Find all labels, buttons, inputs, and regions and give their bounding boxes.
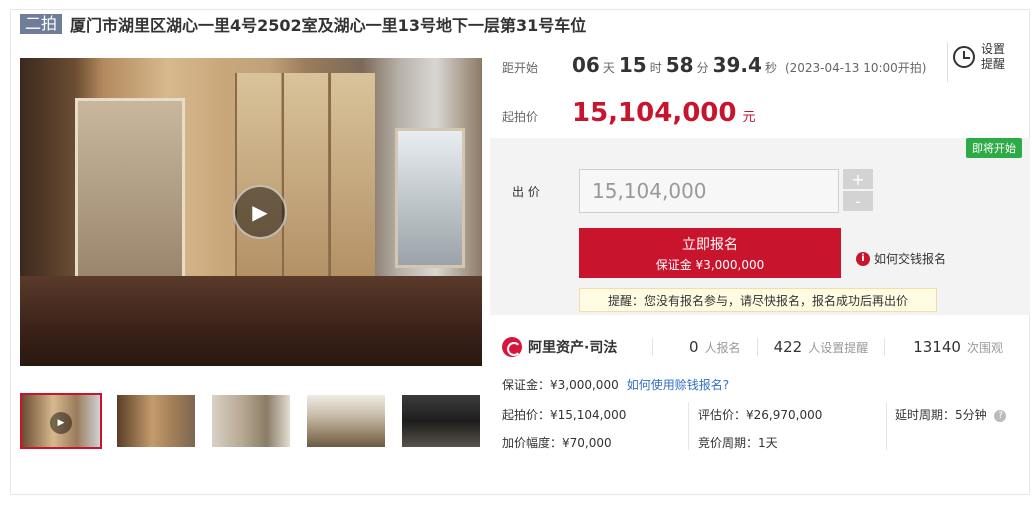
page-title: 厦门市湖里区湖心一里4号2502室及湖心一里13号地下一层第31号车位	[70, 16, 587, 35]
start-price-label: 起拍价	[502, 110, 539, 124]
views-label: 次围观	[966, 341, 1003, 355]
countdown-minutes: 58	[665, 53, 694, 77]
brand-name: 阿里资产·司法	[528, 340, 618, 356]
deposit-row: 保证金：¥3,000,000 如何使用赊钱报名?	[502, 376, 729, 393]
countdown-label: 距开始	[502, 61, 539, 75]
play-icon[interactable]: ▶	[233, 185, 287, 239]
countdown-days-unit: 天	[602, 61, 615, 75]
thumbnail-video[interactable]: ▶	[20, 393, 102, 449]
countdown-seconds: 39.4	[712, 53, 762, 77]
reminder-line1: 设置	[981, 42, 1006, 56]
thumbnail-strip: ▶	[20, 393, 495, 449]
stats-bar: 阿里资产·司法 0 人报名 422 人设置提醒 13140 次围观	[502, 330, 1022, 364]
credit-signup-link[interactable]: 如何使用赊钱报名?	[627, 376, 729, 393]
main-video-preview[interactable]: ▶	[20, 58, 482, 366]
delay-period-text: 延时周期：5分钟	[895, 408, 987, 422]
register-button-label: 立即报名	[682, 237, 738, 253]
reminder-line2: 提醒	[981, 57, 1006, 71]
countdown-hours-unit: 时	[649, 61, 662, 75]
help-icon[interactable]: ?	[994, 409, 1007, 422]
reminder-label: 设置 提醒	[981, 42, 1011, 72]
stat-views: 13140 次围观	[884, 338, 1019, 356]
signups-count: 0	[689, 338, 699, 356]
start-price-row: 起拍价 15,104,000 元	[502, 98, 756, 128]
bid-panel: 即将开始 出 价 15,104,000 + - 立即报名 保证金 ¥3,000,…	[490, 138, 1030, 315]
start-price-value: 15,104,000	[572, 98, 737, 128]
bid-input[interactable]: 15,104,000	[579, 169, 839, 213]
how-to-pay-label: 如何交钱报名	[874, 252, 947, 266]
thumbnail-image[interactable]	[210, 393, 292, 449]
divider	[886, 402, 887, 450]
set-reminder-button[interactable]: 设置 提醒	[953, 42, 1011, 72]
countdown-days: 06	[572, 53, 600, 77]
register-button[interactable]: 立即报名 保证金 ¥3,000,000	[579, 228, 841, 278]
views-count: 13140	[913, 338, 961, 356]
start-time: (2023-04-13 10:00开拍)	[784, 61, 927, 75]
detail-delay-period: 延时周期：5分钟 ?	[895, 406, 1007, 423]
status-badge: 即将开始	[966, 138, 1022, 158]
register-deposit: 保证金 ¥3,000,000	[655, 258, 765, 272]
thumbnail-image[interactable]	[400, 393, 482, 449]
detail-bid-period: 竞价周期：1天	[698, 436, 778, 450]
deposit-text: 保证金：¥3,000,000	[502, 378, 619, 392]
divider	[947, 42, 948, 82]
ali-logo-icon	[502, 337, 522, 357]
decrease-bid-button[interactable]: -	[843, 191, 873, 211]
ali-asset-logo: 阿里资产·司法	[502, 337, 652, 357]
countdown-hours: 15	[618, 53, 647, 77]
stat-signups: 0 人报名	[652, 338, 757, 356]
round-tag: 二拍	[20, 14, 63, 34]
start-price-unit: 元	[742, 110, 756, 125]
wardrobe-panel	[235, 73, 281, 283]
countdown-seconds-unit: 秒	[764, 61, 777, 75]
title-row: 二拍 厦门市湖里区湖心一里4号2502室及湖心一里13号地下一层第31号车位	[20, 13, 586, 35]
detail-appraisal: 评估价：¥26,970,000	[698, 408, 823, 422]
alarm-clock-icon	[953, 46, 975, 68]
bid-label: 出 价	[512, 185, 540, 199]
info-icon: i	[856, 251, 870, 266]
how-to-pay-link[interactable]: i 如何交钱报名	[856, 250, 946, 267]
floor	[20, 276, 482, 366]
play-icon: ▶	[50, 412, 72, 434]
wardrobe-panel	[282, 73, 328, 283]
register-notice: 提醒：您没有报名参与，请尽快报名，报名成功后再出价	[579, 288, 937, 312]
stat-reminders: 422 人设置提醒	[756, 338, 885, 356]
signups-label: 人报名	[704, 341, 741, 355]
countdown: 距开始 06 天 15 时 58 分 39.4 秒 (2023-04-13 10…	[502, 53, 926, 77]
reminders-label: 人设置提醒	[808, 341, 869, 355]
detail-start-price: 起拍价：¥15,104,000	[502, 408, 627, 422]
window	[395, 128, 465, 268]
reminders-count: 422	[773, 338, 803, 356]
thumbnail-image[interactable]	[305, 393, 387, 449]
increase-bid-button[interactable]: +	[843, 169, 873, 189]
countdown-minutes-unit: 分	[696, 61, 709, 75]
thumbnail-image[interactable]	[115, 393, 197, 449]
wardrobe-panel	[329, 73, 375, 283]
divider	[688, 402, 689, 450]
detail-increment: 加价幅度：¥70,000	[502, 436, 612, 450]
